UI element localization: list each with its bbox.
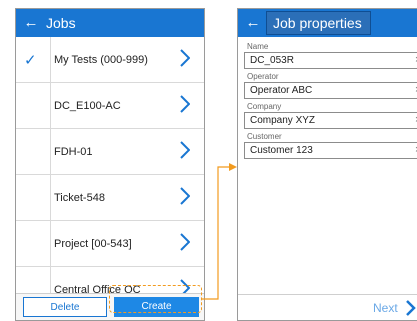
create-highlight-outline <box>109 285 202 313</box>
back-arrow-icon[interactable]: ← <box>16 9 46 37</box>
delete-button[interactable]: Delete <box>23 297 107 317</box>
job-label: Ticket-548 <box>54 191 105 204</box>
chevron-right-icon[interactable] <box>180 49 190 67</box>
navigation-bar: Next <box>238 294 417 320</box>
chevron-right-icon[interactable] <box>180 233 190 251</box>
chevron-right-icon[interactable] <box>180 95 190 113</box>
job-properties-app-bar: ← Job properties <box>238 9 417 37</box>
page-title: Job properties <box>266 11 371 35</box>
job-properties-screen: ← Job properties Name DC_053R × Operator… <box>237 8 417 321</box>
field-label: Company <box>247 102 282 111</box>
back-arrow-icon[interactable]: ← <box>238 9 268 37</box>
jobs-screen: ← Jobs ✓ My Tests (000-999) DC_E100-AC F… <box>15 8 205 321</box>
operator-input[interactable]: Operator ABC × <box>244 82 417 99</box>
row-divider <box>50 83 51 128</box>
field-value: Customer 123 <box>250 145 313 156</box>
field-value: Operator ABC <box>250 85 313 96</box>
next-button[interactable]: Next <box>373 301 398 315</box>
chevron-right-icon[interactable] <box>406 300 416 316</box>
field-label: Name <box>247 42 269 51</box>
job-list-item[interactable]: FDH-01 <box>16 129 204 175</box>
row-divider <box>50 37 51 82</box>
job-list-item[interactable]: Ticket-548 <box>16 175 204 221</box>
chevron-right-icon[interactable] <box>180 141 190 159</box>
job-label: Project [00-543] <box>54 237 132 250</box>
job-label: My Tests (000-999) <box>54 53 148 66</box>
jobs-app-bar: ← Jobs <box>16 9 204 37</box>
row-divider <box>50 129 51 174</box>
job-list-item[interactable]: DC_E100-AC <box>16 83 204 129</box>
field-value: Company XYZ <box>250 115 316 126</box>
field-value: DC_053R <box>250 55 294 66</box>
job-label: FDH-01 <box>54 145 93 158</box>
check-icon: ✓ <box>24 51 37 69</box>
job-list: ✓ My Tests (000-999) DC_E100-AC FDH-01 T… <box>16 37 204 313</box>
row-divider <box>50 175 51 220</box>
row-divider <box>50 221 51 266</box>
customer-input[interactable]: Customer 123 × <box>244 142 417 159</box>
field-label: Customer <box>247 132 282 141</box>
name-input[interactable]: DC_053R × <box>244 52 417 69</box>
page-title: Jobs <box>46 15 76 31</box>
job-list-item[interactable]: Project [00-543] <box>16 221 204 267</box>
field-label: Operator <box>247 72 279 81</box>
job-label: DC_E100-AC <box>54 99 121 112</box>
company-input[interactable]: Company XYZ × <box>244 112 417 129</box>
job-list-item[interactable]: ✓ My Tests (000-999) <box>16 37 204 83</box>
chevron-right-icon[interactable] <box>180 187 190 205</box>
